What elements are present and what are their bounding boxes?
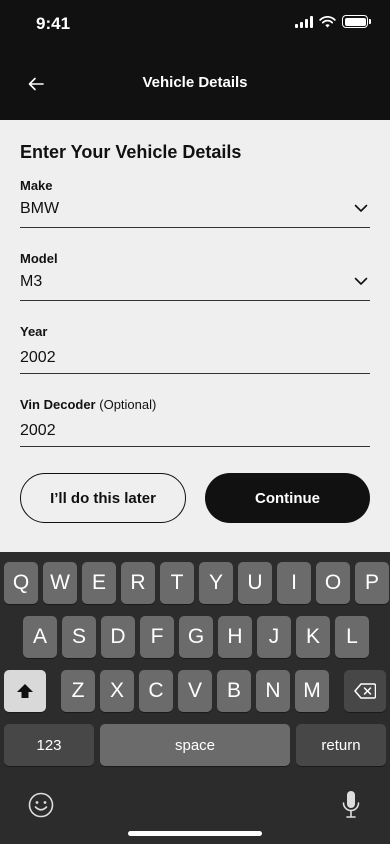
button-row: I’ll do this later Continue [20, 473, 370, 523]
key-k[interactable]: K [296, 616, 330, 658]
year-field[interactable]: Year [20, 312, 370, 385]
key-f[interactable]: F [140, 616, 174, 658]
model-label: Model [20, 251, 58, 266]
make-field[interactable]: Make BMW [20, 166, 370, 239]
chevron-down-icon[interactable] [354, 203, 368, 213]
chevron-down-icon[interactable] [354, 276, 368, 286]
numbers-key[interactable]: 123 [4, 724, 94, 766]
key-c[interactable]: C [139, 670, 173, 712]
key-p[interactable]: P [355, 562, 389, 604]
vehicle-form: Enter Your Vehicle Details Make BMW Mode… [20, 120, 370, 458]
key-e[interactable]: E [82, 562, 116, 604]
key-r[interactable]: R [121, 562, 155, 604]
key-l[interactable]: L [335, 616, 369, 658]
emoji-icon [28, 792, 54, 818]
year-label: Year [20, 324, 48, 339]
form-title: Enter Your Vehicle Details [20, 142, 242, 162]
signal-icon [295, 15, 313, 28]
model-underline [20, 300, 370, 301]
model-select[interactable]: M3 [20, 273, 370, 297]
key-q[interactable]: Q [4, 562, 38, 604]
key-g[interactable]: G [179, 616, 213, 658]
key-n[interactable]: N [256, 670, 290, 712]
vin-underline [20, 446, 370, 447]
keyboard: QWERTYUIOP ASDFGHJKL ZXCVBNM 123 space r… [0, 552, 390, 844]
emoji-button[interactable] [26, 790, 56, 820]
page-title: Vehicle Details [142, 74, 248, 91]
wifi-icon [319, 15, 336, 27]
year-input[interactable] [20, 346, 370, 370]
key-j[interactable]: J [257, 616, 291, 658]
continue-button[interactable]: Continue [205, 473, 370, 523]
vin-label-text: Vin Decoder [20, 397, 96, 412]
vin-input[interactable] [20, 419, 370, 443]
key-y[interactable]: Y [199, 562, 233, 604]
key-s[interactable]: S [62, 616, 96, 658]
key-b[interactable]: B [217, 670, 251, 712]
do-later-button[interactable]: I’ll do this later [20, 473, 186, 523]
microphone-icon [342, 791, 360, 818]
delete-key[interactable] [344, 670, 386, 712]
space-key[interactable]: space [100, 724, 290, 766]
key-w[interactable]: W [43, 562, 77, 604]
model-field[interactable]: Model M3 [20, 239, 370, 312]
key-z[interactable]: Z [61, 670, 95, 712]
app-header: 9:41 Vehicle Details [0, 0, 390, 120]
backspace-icon [354, 683, 376, 699]
vin-label: Vin Decoder (Optional) [20, 397, 156, 412]
key-m[interactable]: M [295, 670, 329, 712]
vin-optional-text: (Optional) [99, 397, 157, 412]
return-key[interactable]: return [296, 724, 386, 766]
key-d[interactable]: D [101, 616, 135, 658]
key-t[interactable]: T [160, 562, 194, 604]
make-select[interactable]: BMW [20, 200, 370, 224]
key-i[interactable]: I [277, 562, 311, 604]
year-underline [20, 373, 370, 374]
status-time: 9:41 [36, 14, 71, 33]
key-x[interactable]: X [100, 670, 134, 712]
vin-field[interactable]: Vin Decoder (Optional) [20, 385, 370, 458]
shift-key[interactable] [4, 670, 46, 712]
key-u[interactable]: U [238, 562, 272, 604]
dictation-button[interactable] [336, 788, 366, 822]
key-v[interactable]: V [178, 670, 212, 712]
make-label: Make [20, 178, 53, 193]
battery-icon [342, 15, 371, 28]
home-indicator [128, 831, 262, 836]
key-h[interactable]: H [218, 616, 252, 658]
make-underline [20, 227, 370, 228]
key-o[interactable]: O [316, 562, 350, 604]
key-a[interactable]: A [23, 616, 57, 658]
shift-icon [17, 684, 33, 698]
status-icons [295, 15, 371, 28]
